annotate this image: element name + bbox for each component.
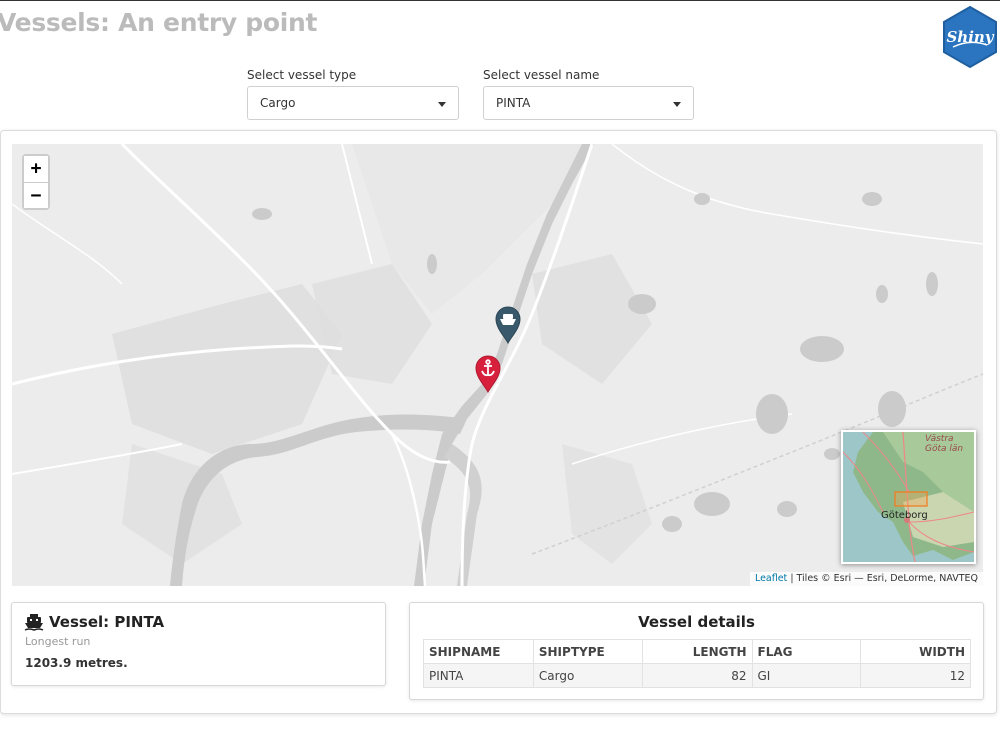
vessel-subtitle: Longest run xyxy=(25,635,91,648)
vessel-title: Vessel: PINTA xyxy=(49,613,165,631)
cell-shiptype: Cargo xyxy=(532,663,643,688)
vessel-type-label: Select vessel type xyxy=(247,68,357,82)
vessel-summary-header: Vessel: PINTA xyxy=(24,613,164,631)
vessel-type-value: Cargo xyxy=(260,96,296,110)
minimap-region-label: Västra Göta län xyxy=(925,434,964,454)
minimap-city-label: Göteborg xyxy=(881,510,928,521)
caret-down-icon xyxy=(673,102,681,107)
column-header: FLAG xyxy=(751,639,862,664)
table-row: PINTA Cargo 82 GI 12 xyxy=(423,663,971,688)
top-rule xyxy=(0,0,1000,1)
column-header: SHIPTYPE xyxy=(532,639,643,664)
vessel-name-select[interactable]: PINTA xyxy=(483,86,694,120)
column-header: SHIPNAME xyxy=(423,639,534,664)
caret-down-icon xyxy=(438,102,446,107)
logo-text: Shiny xyxy=(946,28,994,46)
vessel-type-select[interactable]: Cargo xyxy=(247,86,459,120)
cell-flag: GI xyxy=(751,663,862,688)
map-attribution: Leaflet | Tiles © Esri — Esri, DeLorme, … xyxy=(749,572,983,586)
page-title: Vessels: An entry point xyxy=(0,8,318,37)
ship-icon xyxy=(24,614,44,631)
vessel-name-value: PINTA xyxy=(496,96,531,110)
shiny-logo: Shiny xyxy=(943,5,997,69)
vessel-summary-card: Vessel: PINTA Longest run 1203.9 metres. xyxy=(11,602,386,686)
vessel-distance: 1203.9 metres. xyxy=(25,656,128,670)
zoom-in-button[interactable]: + xyxy=(24,156,48,182)
vessel-name-label: Select vessel name xyxy=(483,68,600,82)
leaflet-link[interactable]: Leaflet xyxy=(755,573,787,584)
cell-width: 12 xyxy=(860,663,971,688)
minimap[interactable]: Västra Göta län Göteborg xyxy=(841,430,976,564)
column-header: WIDTH xyxy=(860,639,971,664)
anchor-marker[interactable] xyxy=(474,355,502,393)
zoom-out-button[interactable]: − xyxy=(24,182,48,208)
vessel-details-card: Vessel details SHIPNAME SHIPTYPE LENGTH … xyxy=(409,602,984,700)
tiles-attribution: | Tiles © Esri — Esri, DeLorme, NAVTEQ xyxy=(787,573,978,584)
ship-marker[interactable] xyxy=(494,306,522,344)
map[interactable]: + − Västra Göta län Göteborg Leaflet | T… xyxy=(12,144,983,586)
cell-length: 82 xyxy=(641,663,753,688)
table-header-row: SHIPNAME SHIPTYPE LENGTH FLAG WIDTH xyxy=(423,639,971,664)
column-header: LENGTH xyxy=(641,639,753,664)
details-table: SHIPNAME SHIPTYPE LENGTH FLAG WIDTH PINT… xyxy=(423,639,971,688)
vessel-type-group: Select vessel type Cargo xyxy=(247,68,459,120)
details-title: Vessel details xyxy=(638,613,755,631)
zoom-control: + − xyxy=(22,154,50,210)
cell-shipname: PINTA xyxy=(423,663,534,688)
vessel-name-group: Select vessel name PINTA xyxy=(483,68,694,120)
